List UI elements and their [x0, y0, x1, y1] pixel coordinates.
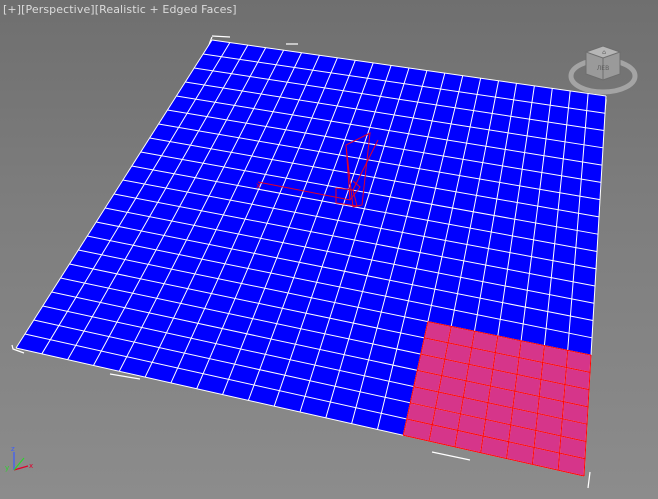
viewport-label-bar: [+] [Perspective] [Realistic + Edged Fac…: [3, 3, 237, 19]
axis-x-label: x: [29, 462, 33, 470]
viewcube-top-icon: ⌂: [602, 49, 606, 56]
perspective-viewport[interactable]: [+] [Perspective] [Realistic + Edged Fac…: [0, 0, 658, 499]
viewport-menu-button[interactable]: [+]: [3, 3, 21, 19]
viewcube-face-label: ЛЕВ: [597, 65, 609, 72]
viewport-view-mode-label[interactable]: [Perspective]: [21, 3, 95, 19]
viewport-shading-mode-label[interactable]: [Realistic + Edged Faces]: [95, 3, 237, 19]
svg-text:x: x: [256, 181, 261, 190]
plane-mesh[interactable]: [15, 39, 607, 477]
axis-tripod: z x y: [5, 445, 33, 472]
axis-y-label: y: [5, 464, 9, 472]
scene-canvas[interactable]: x ЛЕВ ⌂ z x y: [0, 0, 658, 499]
axis-z-label: z: [11, 445, 15, 453]
viewcube[interactable]: ЛЕВ ⌂: [568, 45, 638, 95]
